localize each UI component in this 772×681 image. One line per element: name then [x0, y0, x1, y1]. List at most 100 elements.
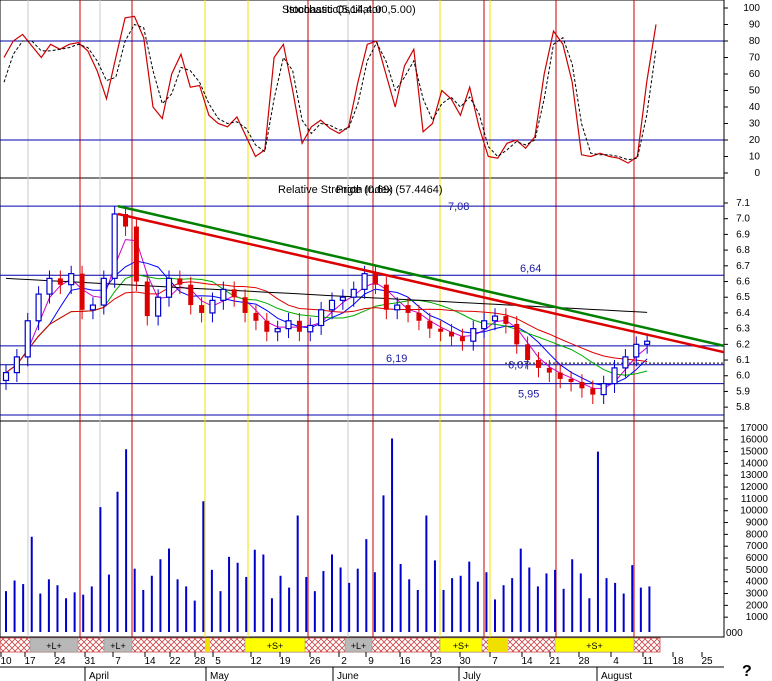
price-tick-label: 6.4 [736, 308, 750, 319]
candle-body-down [405, 305, 411, 313]
candle-body-down [383, 284, 389, 310]
candle-body-down [525, 344, 531, 361]
band-segment [488, 638, 508, 652]
stochastic-tick-label: 10 [749, 152, 761, 163]
green-trendline [117, 204, 725, 348]
x-day-label: 22 [169, 656, 181, 667]
candle-body-down [57, 278, 63, 285]
x-day-label: 23 [430, 656, 442, 667]
volume-bars [5, 438, 651, 632]
candle-body-up [491, 315, 499, 322]
price-level-label: 6,19 [386, 353, 407, 365]
x-day-label: 24 [54, 656, 66, 667]
x-day-label: 28 [578, 656, 590, 667]
candle-body-up [481, 320, 488, 330]
x-day-label: 16 [399, 656, 411, 667]
stochastic-tick-label: 70 [749, 53, 761, 64]
stochastic-tick-label: 80 [749, 36, 761, 47]
candle-body-up [220, 288, 227, 301]
price-tick-label: 5.8 [736, 402, 750, 413]
candle-body-down [253, 312, 259, 321]
candle-body-up [350, 288, 357, 298]
price-level-label: 6,07 [508, 360, 529, 372]
candle-body-up [307, 324, 314, 333]
candle-body-up [622, 356, 629, 369]
price-overlay-text: Price (0.69) [336, 184, 393, 196]
candle-body-up [328, 299, 336, 311]
volume-tick-label: 7000 [746, 541, 769, 552]
band-label: +S+ [453, 641, 470, 651]
x-day-label: 5 [215, 656, 221, 667]
candle-body-up [111, 213, 118, 279]
candle-body-down [449, 331, 455, 337]
candle-body-up [361, 273, 368, 290]
candle-body-up [611, 367, 618, 385]
candle-body-down [264, 320, 270, 332]
stochastic-tick-label: 90 [749, 20, 761, 31]
candle-body-down [296, 320, 302, 332]
candle-body-down [144, 281, 150, 317]
band-label: +L+ [110, 641, 126, 651]
candle-body-down [590, 388, 596, 395]
candle-body-up [46, 277, 53, 295]
x-day-label: 26 [309, 656, 321, 667]
x-day-label: 19 [279, 656, 291, 667]
candle-body-up [100, 277, 107, 306]
stochastic-tick-label: 60 [749, 69, 761, 80]
price-y-axis: 7.1 7.0 6.9 6.8 6.7 6.6 6.5 6.4 6.3 6.2 6.1 6.0 5.9 5… [724, 198, 750, 413]
candle-body-down [503, 316, 509, 324]
stochastic-tick-label: 20 [749, 135, 761, 146]
x-day-label: 11 [643, 656, 654, 667]
candle-body-down [546, 367, 552, 373]
event-band: +L+ +L+ +S+ +L+ +S+ +S+ [0, 637, 661, 653]
volume-tick-label: 2000 [746, 600, 769, 611]
candle-body-up [285, 320, 292, 330]
volume-tick-label: 10000 [740, 506, 768, 517]
x-day-label: 25 [701, 656, 713, 667]
x-day-label: 30 [459, 656, 471, 667]
candle-body-up [68, 273, 75, 286]
volume-tick-label: 17000 [740, 423, 768, 434]
price-tick-label: 6.9 [736, 229, 750, 240]
volume-tick-label: 13000 [740, 470, 768, 481]
volume-tick-label: 12000 [740, 482, 768, 493]
candle-body-up [2, 372, 10, 382]
price-tick-label: 7.1 [736, 198, 750, 209]
volume-unit-label: 000 [726, 628, 743, 639]
candle-body-up [339, 296, 346, 301]
stochastic-tick-label: 30 [749, 119, 761, 130]
x-month-label: August [601, 671, 632, 681]
candle-body-up [600, 382, 607, 396]
x-month-label: April [89, 671, 109, 681]
volume-tick-label: 9000 [746, 518, 769, 529]
price-tick-label: 6.1 [736, 355, 750, 366]
stochastic-tick-label: 100 [743, 3, 760, 14]
x-day-label: 18 [672, 656, 684, 667]
volume-tick-label: 14000 [740, 458, 768, 469]
price-tick-label: 6.0 [736, 371, 750, 382]
volume-tick-label: 6000 [746, 553, 769, 564]
candle-body-down [427, 320, 433, 329]
x-day-label: 14 [521, 656, 533, 667]
price-tick-label: 6.6 [736, 277, 750, 288]
band-segment [205, 638, 210, 652]
stochastic-tick-label: 40 [749, 102, 761, 113]
volume-tick-label: 1000 [746, 612, 769, 623]
candle-body-down [242, 297, 248, 313]
volume-tick-label: 8000 [746, 529, 769, 540]
candle-body-up [165, 277, 173, 298]
candle-body-down [372, 273, 378, 285]
help-icon[interactable]: ? [742, 663, 752, 680]
x-day-label: 2 [341, 656, 347, 667]
x-month-label: June [337, 671, 359, 681]
volume-tick-label: 4000 [746, 577, 769, 588]
candle-body-down [416, 312, 422, 321]
price-tick-label: 7.0 [736, 214, 750, 225]
volume-tick-label: 11000 [741, 494, 769, 505]
candle-body-up [209, 299, 216, 314]
candle-body-up [13, 356, 20, 374]
candle-body-down [177, 278, 183, 285]
stochastic-tick-label: 0 [754, 168, 760, 179]
candle-body-down [535, 360, 541, 368]
candle-body-up [394, 304, 401, 311]
